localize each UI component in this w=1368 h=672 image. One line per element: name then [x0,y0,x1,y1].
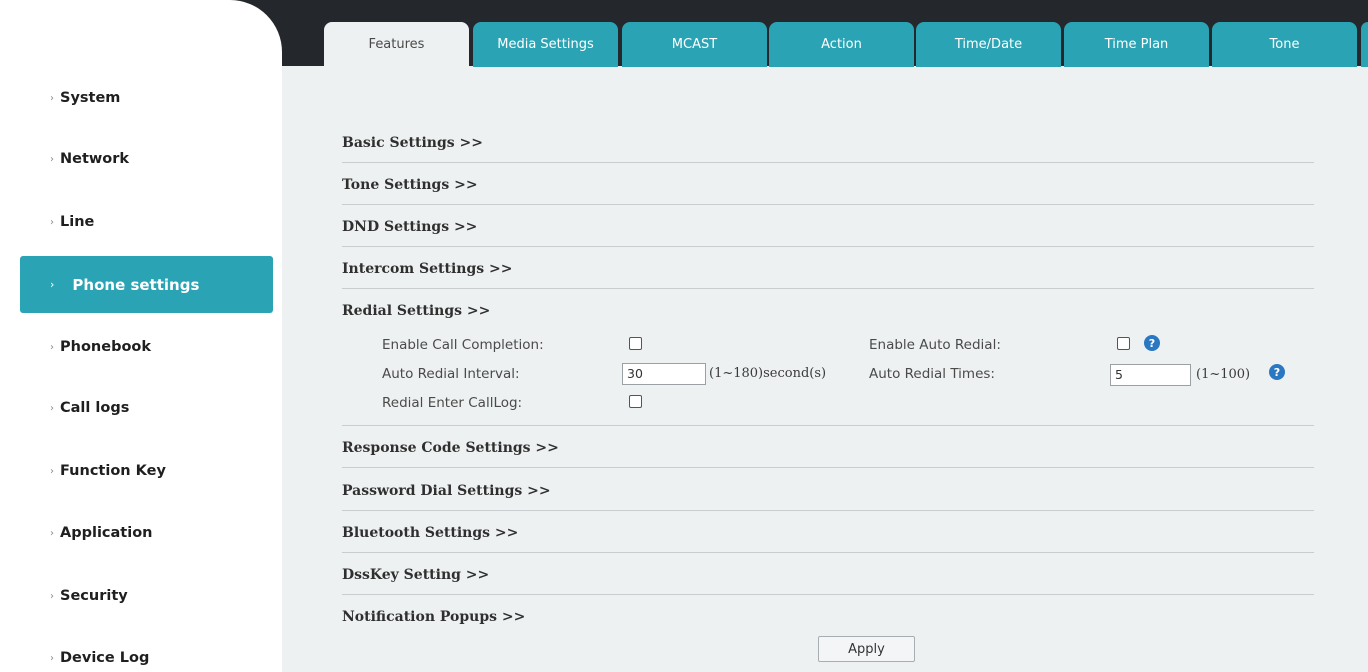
sidebar-item-label: Security [60,588,128,604]
tab-overflow[interactable] [1361,22,1368,67]
sidebar-item-phone-settings[interactable]: › Phone settings [20,256,273,313]
sidebar-item-label: Device Log [60,650,150,666]
chevron-right-icon: › [50,590,54,602]
auto-redial-times-range: (1~100) [1196,367,1251,382]
features-panel: Basic Settings >> Tone Settings >> DND S… [342,0,1314,672]
sidebar-item-phonebook[interactable]: › Phonebook [50,335,270,359]
section-tone-settings[interactable]: Tone Settings >> [342,173,1314,205]
auto-redial-times-label: Auto Redial Times: [869,366,995,382]
section-password-dial-settings[interactable]: Password Dial Settings >> [342,479,1314,511]
auto-redial-interval-input[interactable]: 30 [622,363,706,385]
chevron-right-icon: › [50,527,54,539]
chevron-right-icon: › [50,341,54,353]
chevron-right-icon: › [50,153,54,165]
enable-auto-redial-checkbox[interactable] [1117,337,1130,350]
section-notification-popups[interactable]: Notification Popups >> [342,605,1314,637]
sidebar-item-device-log[interactable]: › Device Log [50,646,270,670]
section-intercom-settings[interactable]: Intercom Settings >> [342,257,1314,289]
sidebar-item-label: Call logs [60,400,130,416]
enable-call-completion-checkbox[interactable] [629,337,642,350]
section-bluetooth-settings[interactable]: Bluetooth Settings >> [342,521,1314,553]
sidebar-item-label: Phone settings [72,275,200,294]
enable-call-completion-label: Enable Call Completion: [382,337,544,353]
auto-redial-interval-label: Auto Redial Interval: [382,366,520,382]
sidebar-item-network[interactable]: › Network [50,147,270,171]
section-dsskey-setting[interactable]: DssKey Setting >> [342,563,1314,595]
sidebar-item-label: System [60,90,121,106]
enable-auto-redial-label: Enable Auto Redial: [869,337,1001,353]
sidebar-item-line[interactable]: › Line [50,210,270,234]
sidebar-item-label: Line [60,214,95,230]
sidebar-item-security[interactable]: › Security [50,584,270,608]
chevron-right-icon: › [50,402,54,414]
chevron-right-icon: › [50,216,54,228]
sidebar-item-system[interactable]: › System [50,86,270,110]
sidebar: › System › Network › Line › Phone settin… [0,0,282,672]
chevron-right-icon: › [50,465,54,477]
section-basic-settings[interactable]: Basic Settings >> [342,131,1314,163]
auto-redial-interval-range: (1~180)second(s) [709,366,827,381]
chevron-right-icon: › [50,652,54,664]
redial-enter-calllog-checkbox[interactable] [629,395,642,408]
sidebar-item-label: Function Key [60,463,166,479]
sidebar-item-function-key[interactable]: › Function Key [50,459,270,483]
sidebar-item-application[interactable]: › Application [50,521,270,545]
sidebar-item-label: Phonebook [60,339,152,355]
section-dnd-settings[interactable]: DND Settings >> [342,215,1314,247]
help-icon[interactable]: ? [1144,335,1160,351]
auto-redial-times-input[interactable]: 5 [1110,364,1191,386]
sidebar-item-label: Network [60,151,130,167]
section-response-code-settings[interactable]: Response Code Settings >> [342,436,1314,468]
apply-button[interactable]: Apply [818,636,915,662]
redial-enter-calllog-label: Redial Enter CallLog: [382,395,523,411]
sidebar-item-label: Application [60,525,153,541]
chevron-right-icon: › [50,92,54,104]
chevron-right-icon: › [50,278,55,291]
help-icon[interactable]: ? [1269,364,1285,380]
sidebar-item-call-logs[interactable]: › Call logs [50,396,270,420]
